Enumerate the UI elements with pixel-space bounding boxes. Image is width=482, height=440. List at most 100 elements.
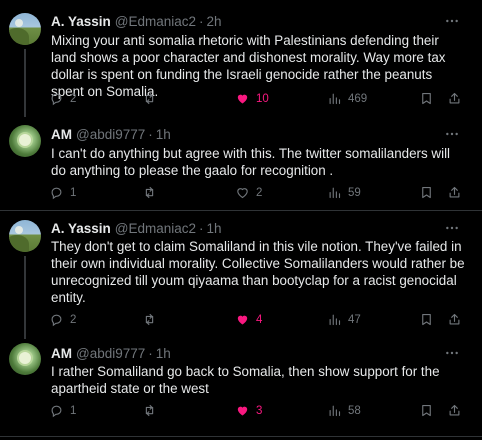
avatar[interactable] (9, 13, 41, 45)
separator-dot: · (148, 126, 153, 142)
author-handle[interactable]: @Edmaniac2 (115, 14, 196, 29)
views-icon (329, 93, 341, 105)
reply-button[interactable]: 1 (49, 185, 76, 200)
bookmark-button[interactable] (419, 312, 434, 327)
tweet[interactable]: AM @abdi9777 · 1h I rather Somaliland go… (0, 339, 482, 440)
reply-icon (51, 187, 62, 200)
author-handle[interactable]: @abdi9777 (76, 346, 145, 361)
heart-icon (237, 188, 248, 199)
share-button[interactable] (447, 91, 462, 106)
bookmark-icon (422, 92, 431, 105)
reply-icon (51, 314, 62, 327)
tweet-actions: 1 3 58 (49, 403, 467, 421)
repost-button[interactable] (142, 91, 157, 106)
timestamp[interactable]: 1h (156, 127, 171, 142)
reply-icon (51, 93, 62, 106)
share-icon (449, 92, 460, 104)
repost-icon (145, 92, 154, 105)
tweet-text: Mixing your anti somalia rhetoric with P… (51, 33, 446, 99)
views-icon (329, 405, 341, 417)
reply-icon (51, 405, 62, 418)
views-icon (329, 314, 341, 326)
more-horizontal-icon[interactable] (444, 345, 460, 361)
author-name[interactable]: A. Yassin (51, 14, 111, 29)
reply-count: 2 (70, 92, 77, 105)
more-horizontal-icon[interactable] (444, 13, 460, 29)
share-button[interactable] (447, 403, 462, 418)
repost-button[interactable] (142, 185, 157, 200)
views-count: 469 (348, 92, 368, 105)
views-button[interactable]: 469 (327, 91, 367, 106)
tweet-header: AM @abdi9777 · 1h (51, 125, 171, 143)
reply-button[interactable]: 2 (49, 312, 76, 327)
like-button[interactable]: 2 (235, 185, 262, 200)
separator-dot: · (199, 220, 204, 236)
bookmark-button[interactable] (419, 403, 434, 418)
timestamp[interactable]: 1h (207, 221, 222, 236)
views-button[interactable]: 58 (327, 403, 361, 418)
repost-icon (145, 186, 154, 199)
bookmark-icon (422, 186, 431, 199)
reply-button[interactable]: 1 (49, 403, 76, 418)
tweet-divider (0, 436, 482, 437)
author-name[interactable]: A. Yassin (51, 221, 111, 236)
timestamp[interactable]: 1h (156, 346, 171, 361)
timestamp[interactable]: 2h (207, 14, 222, 29)
tweet-text: I can't do anything but agree with this.… (51, 146, 451, 178)
bookmark-button[interactable] (419, 185, 434, 200)
author-name[interactable]: AM (51, 346, 72, 361)
views-button[interactable]: 47 (327, 312, 361, 327)
thread-connector-line (24, 256, 26, 339)
bookmark-icon (422, 404, 431, 417)
tweet-header: AM @abdi9777 · 1h (51, 344, 171, 362)
reply-button[interactable]: 2 (49, 91, 76, 106)
views-count: 58 (348, 404, 361, 417)
separator-dot: · (199, 13, 204, 29)
author-handle[interactable]: @Edmaniac2 (115, 221, 196, 236)
tweet-header: A. Yassin @Edmaniac2 · 1h (51, 219, 222, 237)
tweet[interactable]: AM @abdi9777 · 1h I can't do anything bu… (0, 120, 482, 215)
thread-connector-line (24, 49, 26, 117)
like-count: 3 (256, 404, 263, 417)
views-button[interactable]: 59 (327, 185, 361, 200)
views-count: 59 (348, 186, 361, 199)
tweet[interactable]: A. Yassin @Edmaniac2 · 1h They don't get… (0, 211, 482, 339)
share-icon (449, 186, 460, 198)
author-handle[interactable]: @abdi9777 (76, 127, 145, 142)
like-count: 10 (256, 92, 269, 105)
tweet-actions: 2 10 469 (49, 91, 467, 109)
bookmark-icon (422, 313, 431, 326)
heart-icon (237, 94, 248, 104)
more-horizontal-icon[interactable] (444, 126, 460, 142)
like-button[interactable]: 3 (235, 403, 262, 418)
repost-icon (145, 404, 154, 417)
share-button[interactable] (447, 185, 462, 200)
avatar[interactable] (9, 220, 41, 252)
heart-icon (237, 406, 248, 416)
repost-button[interactable] (142, 403, 157, 418)
repost-icon (145, 313, 154, 326)
share-button[interactable] (447, 312, 462, 327)
like-button[interactable]: 4 (235, 312, 262, 327)
tweet-actions: 1 2 59 (49, 185, 467, 203)
tweet-text: They don't get to claim Somaliland in th… (51, 239, 465, 305)
like-count: 4 (256, 313, 263, 326)
tweet[interactable]: A. Yassin @Edmaniac2 · 2h Mixing your an… (0, 0, 482, 120)
reply-count: 2 (70, 313, 77, 326)
more-horizontal-icon[interactable] (444, 220, 460, 236)
like-button[interactable]: 10 (235, 91, 269, 106)
avatar[interactable] (9, 343, 41, 375)
separator-dot: · (148, 345, 153, 361)
heart-icon (237, 315, 248, 325)
like-count: 2 (256, 186, 263, 199)
views-icon (329, 187, 341, 199)
repost-button[interactable] (142, 312, 157, 327)
views-count: 47 (348, 313, 361, 326)
share-icon (449, 404, 460, 416)
avatar[interactable] (9, 125, 41, 157)
author-name[interactable]: AM (51, 127, 72, 142)
bookmark-button[interactable] (419, 91, 434, 106)
reply-count: 1 (70, 186, 77, 199)
tweet-thread: A. Yassin @Edmaniac2 · 2h Mixing your an… (0, 0, 482, 440)
tweet-header: A. Yassin @Edmaniac2 · 2h (51, 12, 222, 30)
